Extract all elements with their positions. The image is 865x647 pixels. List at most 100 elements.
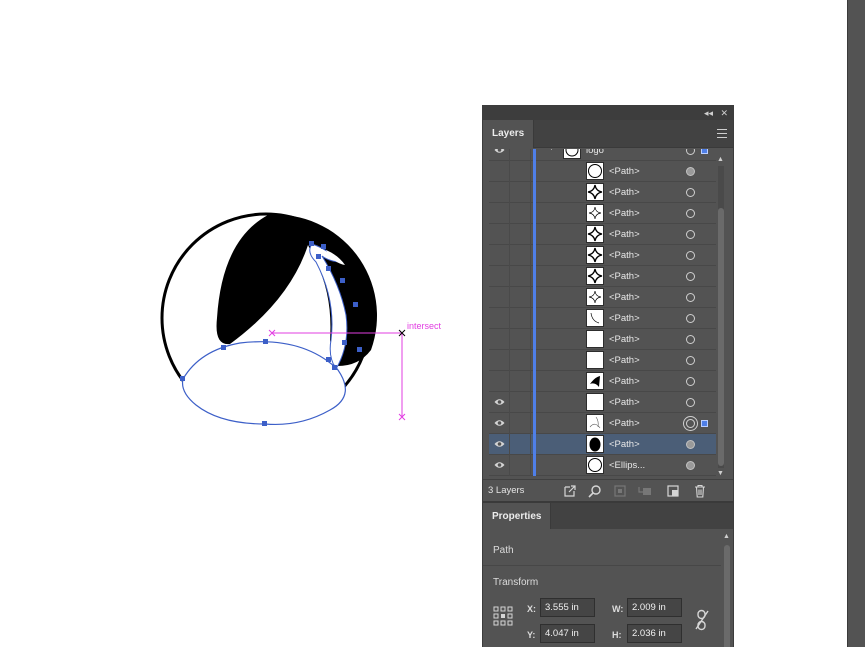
layer-name[interactable]: <Path>	[609, 245, 640, 266]
properties-scrollbar[interactable]: ▲	[723, 533, 730, 647]
visibility-toggle[interactable]	[489, 329, 510, 350]
hamburger-menu-icon[interactable]	[717, 129, 727, 138]
layer-name[interactable]: <Path>	[609, 329, 640, 350]
target-icon[interactable]	[686, 398, 695, 407]
new-layer-icon[interactable]	[665, 483, 681, 499]
layer-row[interactable]: <Path>	[489, 434, 716, 455]
scroll-thumb[interactable]	[718, 208, 724, 466]
lock-toggle[interactable]	[510, 245, 531, 266]
layer-name[interactable]: <Ellips...	[609, 455, 645, 476]
scroll-up-icon[interactable]: ▲	[717, 156, 724, 163]
layer-row[interactable]: <Path>	[489, 182, 716, 203]
layer-name[interactable]: logo	[586, 149, 604, 161]
lock-toggle[interactable]	[510, 392, 531, 413]
link-proportions-icon[interactable]	[694, 609, 710, 631]
visibility-toggle[interactable]	[489, 434, 510, 455]
target-icon[interactable]	[686, 419, 695, 428]
export-icon[interactable]	[562, 483, 578, 499]
visibility-toggle[interactable]	[489, 350, 510, 371]
layer-name[interactable]: <Path>	[609, 392, 640, 413]
target-icon[interactable]	[686, 209, 695, 218]
visibility-toggle[interactable]	[489, 371, 510, 392]
layer-name[interactable]: <Path>	[609, 308, 640, 329]
visibility-toggle[interactable]	[489, 287, 510, 308]
visibility-toggle[interactable]	[489, 149, 510, 161]
vertical-scrollbar[interactable]	[847, 0, 865, 647]
eye-icon[interactable]	[494, 440, 505, 448]
lock-toggle[interactable]	[510, 182, 531, 203]
trash-icon[interactable]	[692, 483, 708, 499]
h-field[interactable]: 2.036 in	[627, 624, 682, 643]
target-icon[interactable]	[686, 149, 695, 155]
layer-name[interactable]: <Path>	[609, 161, 640, 182]
close-icon[interactable]: ✕	[720, 106, 728, 120]
layer-name[interactable]: <Path>	[609, 266, 640, 287]
lock-toggle[interactable]	[510, 203, 531, 224]
sublayer-icon[interactable]	[637, 483, 653, 499]
layer-name[interactable]: <Path>	[609, 350, 640, 371]
visibility-toggle[interactable]	[489, 455, 510, 476]
target-icon[interactable]	[686, 335, 695, 344]
layer-row[interactable]: <Path>	[489, 287, 716, 308]
layer-name[interactable]: <Path>	[609, 203, 640, 224]
layer-list-scrollbar[interactable]: ▲ ▼	[717, 156, 725, 478]
target-icon[interactable]	[686, 440, 695, 449]
clipping-mask-icon[interactable]	[612, 483, 628, 499]
layer-row[interactable]: <Path>	[489, 161, 716, 182]
layer-row[interactable]: <Path>	[489, 413, 716, 434]
scroll-thumb[interactable]	[724, 545, 730, 647]
chevron-down-icon[interactable]: ▼	[548, 149, 555, 152]
lock-toggle[interactable]	[510, 350, 531, 371]
eye-icon[interactable]	[494, 419, 505, 427]
lock-toggle[interactable]	[510, 329, 531, 350]
layer-row[interactable]: <Path>	[489, 350, 716, 371]
visibility-toggle[interactable]	[489, 161, 510, 182]
layer-row[interactable]: <Path>	[489, 245, 716, 266]
eye-icon[interactable]	[494, 461, 505, 469]
lock-toggle[interactable]	[510, 455, 531, 476]
y-field[interactable]: 4.047 in	[540, 624, 595, 643]
visibility-toggle[interactable]	[489, 182, 510, 203]
layer-name[interactable]: <Path>	[609, 224, 640, 245]
target-icon[interactable]	[686, 251, 695, 260]
layer-row[interactable]: ▼ logo	[489, 149, 716, 161]
layer-list[interactable]: ▼logo<Path><Path><Path><Path><Path><Path…	[489, 149, 716, 479]
lock-toggle[interactable]	[510, 149, 531, 161]
lock-toggle[interactable]	[510, 266, 531, 287]
layer-name[interactable]: <Path>	[609, 434, 640, 455]
lock-toggle[interactable]	[510, 161, 531, 182]
target-icon[interactable]	[686, 188, 695, 197]
target-icon[interactable]	[686, 356, 695, 365]
artboard-canvas[interactable]: intersect	[0, 0, 865, 647]
layer-name[interactable]: <Path>	[609, 182, 640, 203]
target-icon[interactable]	[686, 272, 695, 281]
layer-row[interactable]: <Path>	[489, 329, 716, 350]
visibility-toggle[interactable]	[489, 392, 510, 413]
x-field[interactable]: 3.555 in	[540, 598, 595, 617]
w-field[interactable]: 2.009 in	[627, 598, 682, 617]
lock-toggle[interactable]	[510, 287, 531, 308]
layer-name[interactable]: <Path>	[609, 287, 640, 308]
layer-name[interactable]: <Path>	[609, 371, 640, 392]
layer-row[interactable]: <Path>	[489, 224, 716, 245]
layer-name[interactable]: <Path>	[609, 413, 640, 434]
target-icon[interactable]	[686, 230, 695, 239]
lock-toggle[interactable]	[510, 413, 531, 434]
visibility-toggle[interactable]	[489, 266, 510, 287]
lock-toggle[interactable]	[510, 308, 531, 329]
target-icon[interactable]	[686, 314, 695, 323]
layer-row[interactable]: <Path>	[489, 266, 716, 287]
visibility-toggle[interactable]	[489, 245, 510, 266]
scroll-down-icon[interactable]: ▼	[717, 470, 724, 477]
lock-toggle[interactable]	[510, 224, 531, 245]
double-chevron-left-icon[interactable]: ◂◂	[704, 106, 713, 120]
selection-indicator[interactable]	[701, 420, 708, 427]
panel-titlebar[interactable]: ◂◂ ✕	[483, 106, 733, 120]
eye-icon[interactable]	[494, 398, 505, 406]
selected-oval-path[interactable]	[181, 341, 346, 426]
layer-row[interactable]: <Ellips...	[489, 455, 716, 476]
scroll-up-icon[interactable]: ▲	[723, 533, 730, 540]
selection-indicator[interactable]	[701, 149, 708, 154]
tab-layers[interactable]: Layers	[483, 120, 535, 148]
tab-properties[interactable]: Properties	[483, 503, 552, 531]
